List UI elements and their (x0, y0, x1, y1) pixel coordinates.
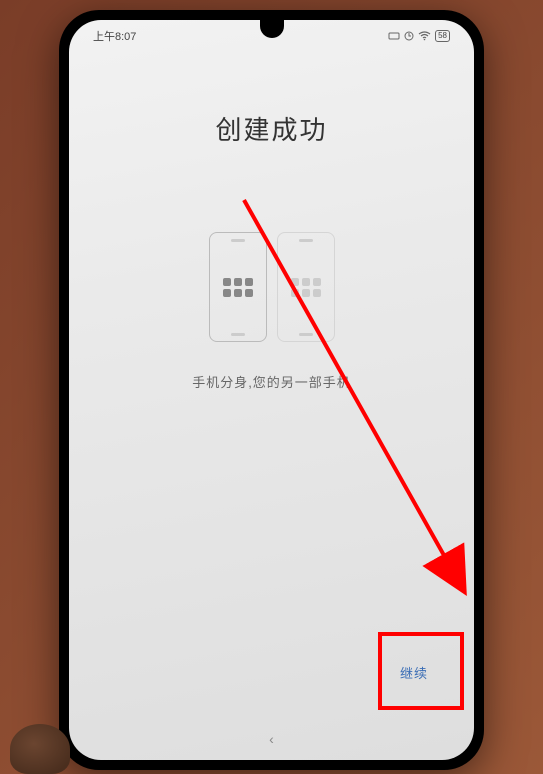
phones-illustration (209, 232, 335, 342)
wifi-icon (418, 31, 431, 41)
status-icons: 58 (388, 30, 450, 42)
nav-bar: ‹ (69, 724, 474, 754)
content-area: 创建成功 手机分身,您的另一部手机 (69, 20, 474, 760)
notification-icon (388, 31, 400, 41)
battery-level: 58 (438, 31, 447, 40)
thumb-shadow (10, 724, 70, 774)
page-title: 创建成功 (215, 110, 327, 147)
back-icon[interactable]: ‹ (269, 731, 274, 747)
time-label: 上午8:07 (93, 28, 136, 44)
status-time: 上午8:07 (93, 28, 136, 44)
phone-screen: 上午8:07 58 创建成功 (69, 20, 474, 760)
subtitle-text: 手机分身,您的另一部手机 (192, 372, 351, 391)
clone-phone-icon (277, 232, 335, 342)
continue-button[interactable]: 继续 (392, 655, 436, 690)
primary-phone-icon (209, 232, 267, 342)
battery-icon: 58 (435, 30, 450, 42)
phone-frame: 上午8:07 58 创建成功 (59, 10, 484, 770)
rotation-icon (404, 31, 414, 41)
